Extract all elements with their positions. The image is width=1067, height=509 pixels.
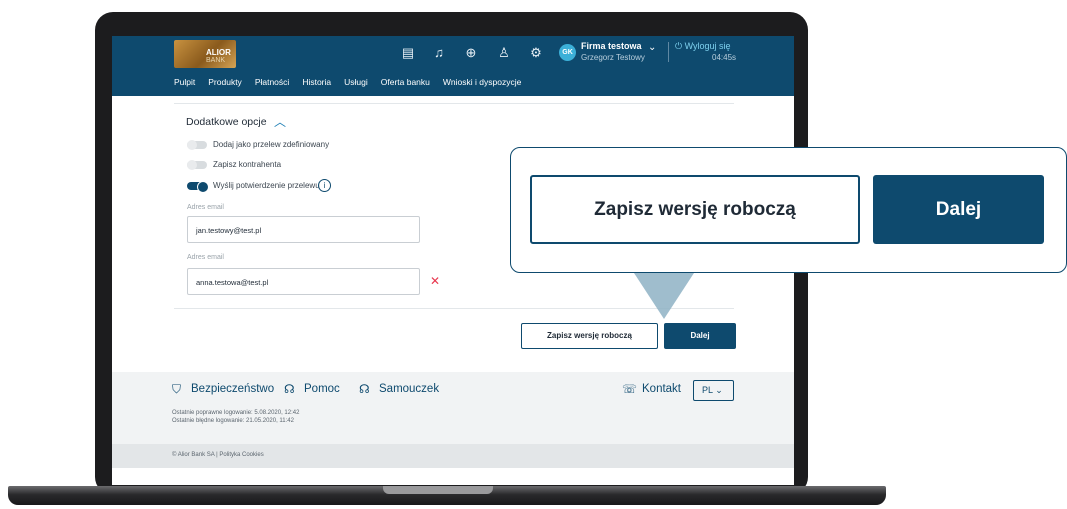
logout-label: Wyloguj się — [684, 41, 731, 51]
footer: ⛉ Bezpieczeństwo ☊ Pomoc ☊ Samouczek ☏ K… — [112, 372, 794, 444]
logout-button[interactable]: ⏻ Wyloguj się — [675, 41, 731, 52]
email-label: Adres email — [187, 254, 224, 261]
download-icon[interactable]: ⊕ — [463, 45, 479, 61]
chevron-down-icon[interactable]: ⌄ — [648, 42, 656, 53]
info-icon[interactable]: i — [318, 179, 331, 192]
top-header: ALIOR BANK ▤ ♫ ⊕ ♙ ⚙ GK Firma testowa Gr… — [112, 36, 794, 96]
nav-item-platnosci[interactable]: Płatności — [255, 77, 290, 87]
footer-link-help[interactable]: Pomoc — [304, 383, 340, 395]
header-divider — [668, 42, 669, 62]
toggle-label: Zapisz kontrahenta — [213, 160, 282, 169]
nav-item-uslugi[interactable]: Usługi — [344, 77, 368, 87]
callout-save-draft-button[interactable]: Zapisz wersję roboczą — [530, 175, 860, 244]
email-field[interactable]: jan.testowy@test.pl — [187, 216, 420, 243]
email-value: anna.testowa@test.pl — [196, 278, 269, 287]
footer-link-security[interactable]: Bezpieczeństwo — [191, 383, 274, 395]
settings-icon[interactable]: ⚙ — [528, 45, 544, 61]
next-button[interactable]: Dalej — [664, 323, 736, 349]
power-icon: ⏻ — [675, 41, 685, 51]
section-title: Dodatkowe opcje — [186, 116, 267, 128]
chevron-up-icon[interactable]: ︿ — [274, 113, 286, 130]
toggle-save-contractor[interactable] — [187, 160, 207, 170]
help-icon: ☊ — [284, 382, 295, 396]
security-icon: ⛉ — [172, 382, 182, 396]
avatar[interactable]: GK — [559, 44, 576, 61]
save-draft-button[interactable]: Zapisz wersję roboczą — [521, 323, 658, 349]
last-login-fail: Ostatnie błędne logowanie: 21.05.2020, 1… — [172, 418, 294, 424]
users-icon[interactable]: ♙ — [496, 45, 512, 61]
bank-logo-sub: BANK — [206, 57, 226, 64]
callout-next-button[interactable]: Dalej — [873, 175, 1044, 244]
session-timer: 04:45s — [712, 53, 737, 62]
contact-icon: ☏ — [622, 382, 638, 396]
bank-logo-name: ALIOR — [206, 48, 231, 57]
tutorial-icon: ☊ — [359, 382, 370, 396]
toggle-send-confirmation[interactable] — [187, 181, 209, 193]
last-login-ok: Ostatnie poprawne logowanie: 5.08.2020, … — [172, 410, 300, 416]
footer-link-tutorial[interactable]: Samouczek — [379, 383, 439, 395]
footer-link-contact[interactable]: Kontakt — [642, 383, 681, 395]
email-value: jan.testowy@test.pl — [196, 226, 262, 235]
language-select[interactable]: PL ⌄ — [693, 380, 734, 401]
remove-email-icon[interactable]: ✕ — [430, 274, 440, 288]
user-name: Grzegorz Testowy — [581, 53, 645, 62]
firm-name[interactable]: Firma testowa — [581, 41, 642, 51]
nav-item-oferta[interactable]: Oferta banku — [381, 77, 430, 87]
nav-item-wnioski[interactable]: Wnioski i dyspozycje — [443, 77, 521, 87]
chevron-down-icon: ⌄ — [715, 385, 723, 395]
main-nav: Pulpit Produkty Płatności Historia Usług… — [174, 77, 534, 87]
laptop-notch — [383, 486, 493, 494]
language-value: PL — [702, 385, 713, 395]
toggle-label: Dodaj jako przelew zdefiniowany — [213, 140, 330, 149]
footer-bottom: © Alior Bank SA | Polityka Cookies — [112, 444, 794, 468]
toggle-defined-transfer[interactable] — [187, 140, 207, 150]
toggle-label: Wyślij potwierdzenie przelewu — [213, 181, 320, 190]
callout-pointer — [634, 273, 694, 319]
email-field[interactable]: anna.testowa@test.pl — [187, 268, 420, 295]
copyright[interactable]: © Alior Bank SA | Polityka Cookies — [172, 452, 264, 458]
email-label: Adres email — [187, 204, 224, 211]
section-divider-top — [174, 103, 734, 104]
bell-icon[interactable]: ♫ — [431, 45, 447, 61]
documents-icon[interactable]: ▤ — [400, 45, 416, 61]
nav-item-pulpit[interactable]: Pulpit — [174, 77, 195, 87]
nav-item-historia[interactable]: Historia — [302, 77, 331, 87]
nav-item-produkty[interactable]: Produkty — [208, 77, 242, 87]
